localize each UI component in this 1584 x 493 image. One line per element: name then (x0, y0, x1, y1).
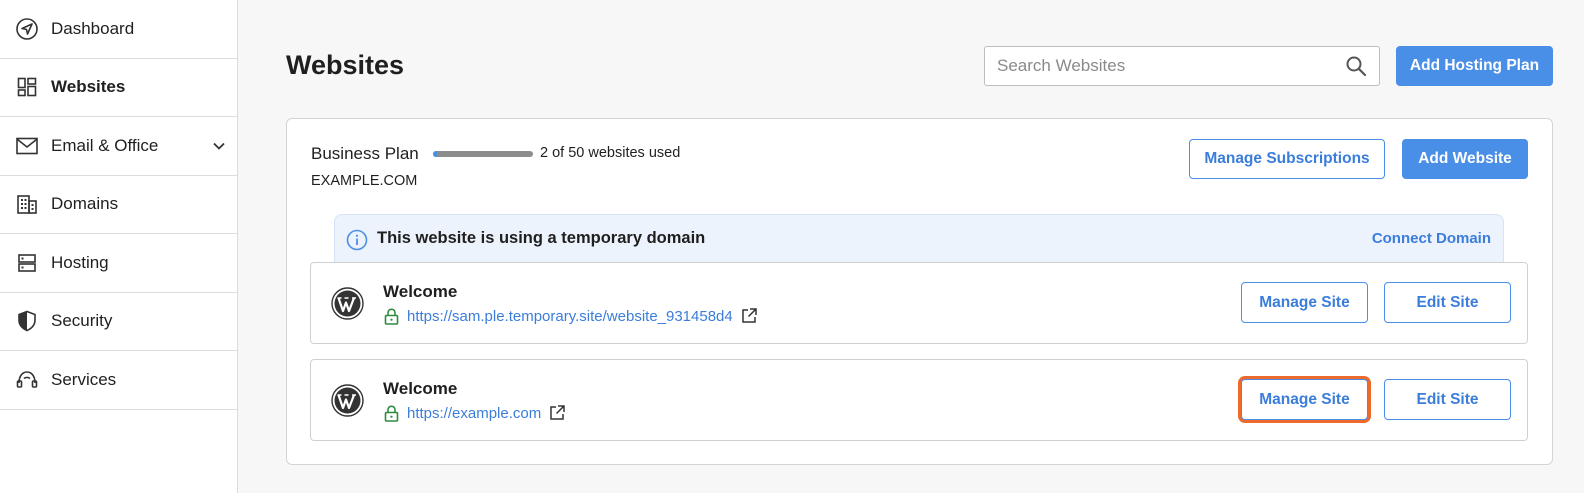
building-icon (16, 193, 38, 215)
external-link-icon[interactable] (548, 404, 566, 422)
add-hosting-plan-button[interactable]: Add Hosting Plan (1396, 46, 1553, 86)
sidebar-item-websites[interactable]: Websites (0, 59, 237, 117)
temporary-domain-banner: This website is using a temporary domain… (334, 214, 1504, 264)
plan-card: Business Plan 2 of 50 websites used EXAM… (286, 118, 1553, 465)
banner-text: This website is using a temporary domain (377, 229, 706, 247)
dashboard-grid-icon (16, 76, 38, 98)
connect-domain-link[interactable]: Connect Domain (1372, 230, 1491, 249)
wordpress-icon (331, 384, 364, 417)
plan-name: Business Plan (311, 144, 419, 163)
info-icon (346, 229, 368, 251)
lock-icon (383, 404, 400, 422)
headset-icon (16, 369, 38, 391)
site-url-row: https://sam.ple.temporary.site/website_9… (383, 307, 758, 325)
sidebar-item-hosting[interactable]: Hosting (0, 234, 237, 293)
plan-domain: EXAMPLE.COM (311, 173, 418, 189)
sidebar-item-label: Hosting (51, 252, 109, 272)
sidebar-item-label: Email & Office (51, 135, 159, 155)
sidebar-item-label: Security (51, 311, 113, 331)
site-name: Welcome (383, 282, 458, 301)
edit-site-button[interactable]: Edit Site (1384, 379, 1511, 420)
manage-site-button[interactable]: Manage Site (1241, 282, 1368, 323)
usage-progress-bar (433, 151, 533, 157)
manage-subscriptions-button[interactable]: Manage Subscriptions (1189, 139, 1385, 179)
search-box (984, 46, 1380, 86)
lock-icon (383, 307, 400, 325)
wordpress-icon (331, 287, 364, 320)
chevron-down-icon[interactable] (211, 138, 227, 154)
search-icon[interactable] (1345, 55, 1367, 77)
site-url-link[interactable]: https://example.com (407, 405, 541, 422)
sidebar-item-domains[interactable]: Domains (0, 176, 237, 234)
sidebar-item-email-office[interactable]: Email & Office (0, 117, 237, 176)
search-input[interactable] (985, 47, 1345, 85)
mail-icon (16, 135, 38, 157)
manage-site-button[interactable]: Manage Site (1241, 379, 1368, 420)
sidebar-item-label: Dashboard (51, 18, 135, 38)
server-icon (16, 252, 38, 274)
sidebar-item-label: Websites (51, 77, 126, 97)
sidebar-item-security[interactable]: Security (0, 293, 237, 351)
site-card: Welcome https://sam.ple.temporary.site/w… (310, 262, 1528, 344)
site-url-row: https://example.com (383, 404, 566, 422)
edit-site-button[interactable]: Edit Site (1384, 282, 1511, 323)
site-name: Welcome (383, 379, 458, 398)
external-link-icon[interactable] (740, 307, 758, 325)
page-title: Websites (286, 50, 405, 80)
sidebar-item-label: Domains (51, 194, 119, 214)
sidebar-item-services[interactable]: Services (0, 351, 237, 410)
site-url-link[interactable]: https://sam.ple.temporary.site/website_9… (407, 308, 733, 325)
add-website-button[interactable]: Add Website (1402, 139, 1528, 179)
sidebar-item-dashboard[interactable]: Dashboard (0, 0, 237, 59)
usage-progress-fill (433, 151, 437, 157)
shield-icon (16, 310, 38, 332)
usage-text: 2 of 50 websites used (540, 145, 681, 161)
main-content: Websites Add Hosting Plan Business Plan … (238, 0, 1584, 493)
navigation-icon (16, 17, 38, 40)
sidebar-item-label: Services (51, 369, 117, 389)
site-card: Welcome https://example.com Manage Site … (310, 359, 1528, 441)
sidebar: Dashboard Websites Email & Office Domain… (0, 0, 238, 493)
